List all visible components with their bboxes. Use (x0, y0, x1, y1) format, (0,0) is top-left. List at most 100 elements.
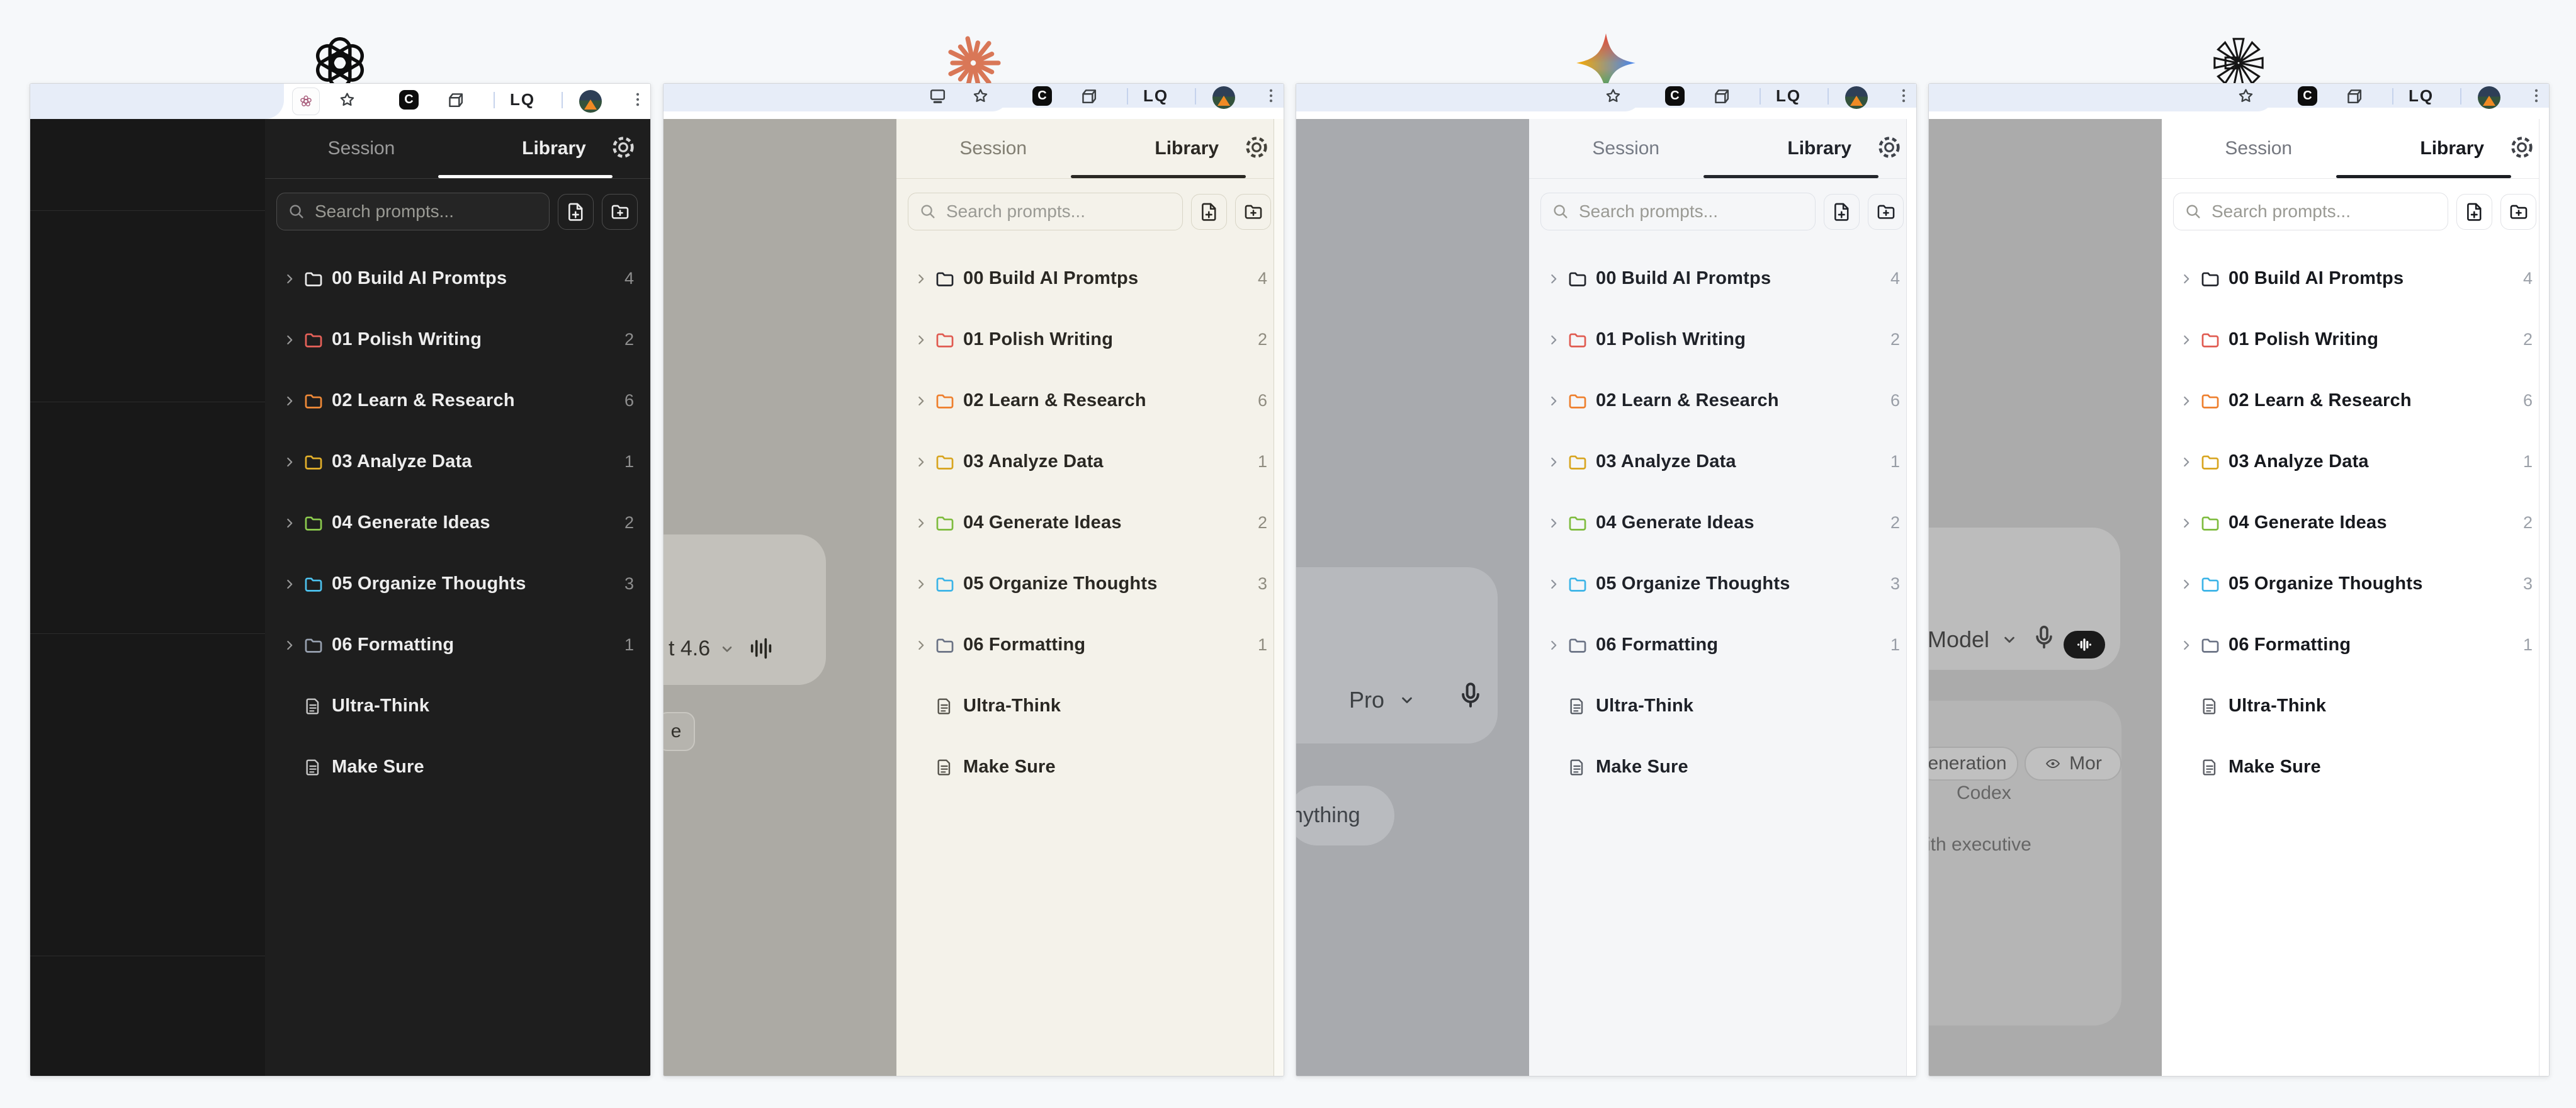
folder-row[interactable]: 01 Polish Writing 2 (2162, 309, 2549, 370)
chevron-right-icon[interactable] (913, 271, 934, 287)
chevron-right-icon[interactable] (1545, 637, 1567, 653)
code-chip[interactable]: e (664, 712, 695, 751)
profile-avatar[interactable] (1845, 86, 1868, 109)
chevron-right-icon[interactable] (913, 576, 934, 592)
chevron-right-icon[interactable] (281, 454, 303, 470)
prompt-row[interactable]: Ultra-Think (265, 676, 650, 737)
folder-row[interactable]: 00 Build AI Promtps 4 (1529, 248, 1916, 309)
settings-gear-icon[interactable] (1243, 134, 1270, 164)
chevron-right-icon[interactable] (281, 271, 303, 287)
search-input[interactable] (2210, 201, 2438, 222)
bookmark-lq[interactable]: LQ (1776, 86, 1801, 106)
folder-row[interactable]: 02 Learn & Research 6 (1529, 370, 1916, 431)
profile-avatar[interactable] (2478, 86, 2500, 109)
open-box-extension-icon[interactable] (1712, 86, 1731, 106)
folder-row[interactable]: 05 Organize Thoughts 3 (265, 553, 650, 614)
chevron-right-icon[interactable] (2178, 515, 2200, 531)
bookmark-star-icon[interactable] (971, 86, 990, 106)
bookmark-lq[interactable]: LQ (1143, 86, 1168, 106)
folder-row[interactable]: 01 Polish Writing 2 (265, 309, 650, 370)
tab-session[interactable]: Session (2162, 138, 2356, 159)
prompt-row[interactable]: Ultra-Think (896, 676, 1284, 737)
chevron-right-icon[interactable] (1545, 515, 1567, 531)
folder-row[interactable]: 03 Analyze Data 1 (1529, 431, 1916, 492)
chevron-right-icon[interactable] (2178, 332, 2200, 348)
model-selector[interactable]: t 4.6 (669, 636, 735, 661)
page-scrollbar[interactable] (1906, 119, 1916, 1076)
folder-row[interactable]: 02 Learn & Research 6 (2162, 370, 2549, 431)
new-folder-button[interactable] (1235, 193, 1271, 230)
prompt-row[interactable]: Ultra-Think (2162, 676, 2549, 737)
chevron-right-icon[interactable] (2178, 271, 2200, 287)
search-input[interactable] (1578, 201, 1805, 222)
folder-row[interactable]: 03 Analyze Data 1 (896, 431, 1284, 492)
new-folder-button[interactable] (2500, 193, 2536, 230)
suggestion-chip[interactable]: eneration (1929, 747, 2018, 781)
bookmark-lq[interactable]: LQ (510, 90, 535, 110)
bookmark-star-icon[interactable] (2236, 86, 2256, 106)
chevron-right-icon[interactable] (913, 332, 934, 348)
chevron-right-icon[interactable] (1545, 332, 1567, 348)
new-prompt-button[interactable] (558, 193, 594, 230)
mic-icon[interactable] (1455, 679, 1486, 711)
folder-row[interactable]: 00 Build AI Promtps 4 (265, 248, 650, 309)
tab-session[interactable]: Session (896, 138, 1090, 159)
chevron-right-icon[interactable] (281, 515, 303, 531)
chevron-right-icon[interactable] (1545, 576, 1567, 592)
folder-row[interactable]: 00 Build AI Promtps 4 (896, 248, 1284, 309)
folder-row[interactable]: 02 Learn & Research 6 (265, 370, 650, 431)
chevron-right-icon[interactable] (281, 393, 303, 409)
new-folder-button[interactable] (602, 193, 638, 230)
search-input[interactable] (945, 201, 1172, 222)
tab-session[interactable]: Session (1529, 138, 1723, 159)
claude-favicon[interactable]: C (1665, 86, 1685, 106)
open-box-extension-icon[interactable] (1079, 86, 1099, 106)
folder-row[interactable]: 02 Learn & Research 6 (896, 370, 1284, 431)
page-scrollbar[interactable] (1274, 119, 1284, 1076)
voice-mode-button[interactable] (2064, 631, 2105, 659)
folder-row[interactable]: 05 Organize Thoughts 3 (896, 553, 1284, 614)
folder-row[interactable]: 01 Polish Writing 2 (1529, 309, 1916, 370)
chevron-right-icon[interactable] (1545, 454, 1567, 470)
claude-favicon[interactable]: C (2298, 86, 2317, 106)
chevron-right-icon[interactable] (913, 515, 934, 531)
settings-gear-icon[interactable] (610, 134, 636, 164)
browser-menu-dots-icon[interactable] (1262, 86, 1280, 105)
settings-gear-icon[interactable] (1876, 134, 1902, 164)
chevron-right-icon[interactable] (1545, 393, 1567, 409)
search-input[interactable] (314, 201, 539, 222)
folder-row[interactable]: 01 Polish Writing 2 (896, 309, 1284, 370)
chevron-right-icon[interactable] (2178, 393, 2200, 409)
folder-row[interactable]: 03 Analyze Data 1 (265, 431, 650, 492)
folder-row[interactable]: 03 Analyze Data 1 (2162, 431, 2549, 492)
folder-row[interactable]: 04 Generate Ideas 2 (1529, 492, 1916, 553)
chevron-right-icon[interactable] (913, 393, 934, 409)
chevron-right-icon[interactable] (281, 332, 303, 348)
prompt-row[interactable]: Make Sure (1529, 737, 1916, 798)
browser-menu-dots-icon[interactable] (1894, 86, 1913, 105)
browser-menu-dots-icon[interactable] (628, 90, 647, 109)
chevron-right-icon[interactable] (281, 637, 303, 653)
folder-row[interactable]: 04 Generate Ideas 2 (265, 492, 650, 553)
new-prompt-button[interactable] (2456, 193, 2492, 230)
model-selector[interactable]: Model (1929, 626, 2018, 653)
bookmark-star-icon[interactable] (337, 90, 357, 110)
claude-favicon[interactable]: C (399, 90, 419, 110)
folder-row[interactable]: 00 Build AI Promtps 4 (2162, 248, 2549, 309)
folder-row[interactable]: 05 Organize Thoughts 3 (1529, 553, 1916, 614)
chevron-right-icon[interactable] (1545, 271, 1567, 287)
chevron-right-icon[interactable] (2178, 576, 2200, 592)
model-selector[interactable]: Pro (1349, 687, 1416, 713)
suggestion-chip[interactable]: Mor (2025, 747, 2121, 781)
folder-row[interactable]: 06 Formatting 1 (896, 614, 1284, 676)
profile-avatar[interactable] (1212, 86, 1235, 109)
new-prompt-button[interactable] (1191, 193, 1227, 230)
claude-favicon[interactable]: C (1032, 86, 1052, 106)
folder-row[interactable]: 06 Formatting 1 (2162, 614, 2549, 676)
profile-avatar[interactable] (579, 90, 602, 113)
folder-row[interactable]: 06 Formatting 1 (1529, 614, 1916, 676)
prompt-row[interactable]: Make Sure (896, 737, 1284, 798)
settings-gear-icon[interactable] (2509, 134, 2535, 164)
bookmark-lq[interactable]: LQ (2409, 86, 2434, 106)
prompt-row[interactable]: Make Sure (265, 737, 650, 798)
